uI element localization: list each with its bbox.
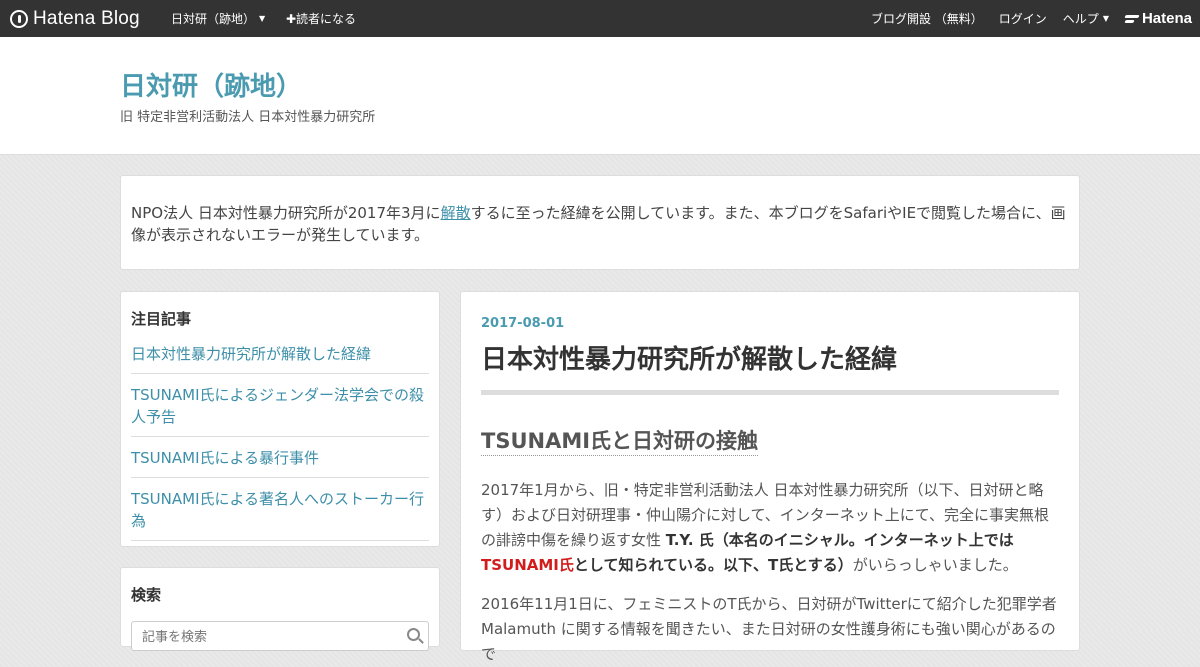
create-blog-link[interactable]: ブログ開設 （無料） [871,10,983,27]
featured-link[interactable]: TSUNAMI氏による暴行事件 [131,449,319,467]
blog-description: 旧 特定非営利活動法人 日本対性暴力研究所 [120,110,376,125]
subscribe-button[interactable]: ✚読者になる [286,10,356,27]
section-heading: TSUNAMI氏と日対研の接触 [481,425,759,456]
list-item: 日本対性暴力研究所が解散した経緯 [131,343,429,374]
paragraph-text: がいらっしゃいました。 [852,556,1018,574]
hatena-logo-link[interactable]: Hatena [1125,10,1192,27]
brand-text: Hatena Blog [33,7,140,29]
featured-title: 注目記事 [131,310,192,328]
notice-box: NPO法人 日本対性暴力研究所が2017年3月に解散するに至った経緯を公開してい… [120,175,1080,270]
featured-articles-module: 注目記事 日本対性暴力研究所が解散した経緯 TSUNAMI氏によるジェンダー法学… [120,291,440,547]
featured-link[interactable]: TSUNAMI氏によるジェンダー法学会での殺人予告 [131,386,424,426]
featured-link[interactable]: 日本対性暴力研究所が解散した経緯 [131,345,371,363]
bold-text: として知られている。以下、T氏とする） [573,556,853,574]
help-label: ヘルプ [1062,12,1099,26]
search-input[interactable] [140,628,404,645]
paragraph: 2017年1月から、旧・特定非営利活動法人 日本対性暴力研究所（以下、日対研と略… [481,478,1059,578]
hatena-blog-icon [10,9,28,28]
search-title: 検索 [131,586,162,604]
hatena-blog-logo[interactable]: Hatena Blog [10,8,140,30]
entry-title[interactable]: 日本対性暴力研究所が解散した経緯 [481,339,1059,395]
highlight-text: TSUNAMI氏 [481,556,574,574]
featured-list: 日本対性暴力研究所が解散した経緯 TSUNAMI氏によるジェンダー法学会での殺人… [131,343,429,541]
blog-menu-label: 日対研（跡地） [171,12,256,26]
top-nav-bar: Hatena Blog 日対研（跡地） ▼ ✚読者になる ブログ開設 （無料） … [0,0,1200,37]
help-dropdown[interactable]: ヘルプ ▼ [1063,10,1109,27]
list-item: TSUNAMI氏による暴行事件 [131,447,429,478]
entry-date[interactable]: 2017-08-01 [481,316,1059,331]
login-link[interactable]: ログイン [999,10,1047,27]
list-item: TSUNAMI氏によるジェンダー法学会での殺人予告 [131,384,429,437]
blog-header: 日対研（跡地） 旧 特定非営利活動法人 日本対性暴力研究所 [0,37,1200,155]
blog-title[interactable]: 日対研（跡地） [120,66,302,103]
notice-text-before: NPO法人 日本対性暴力研究所が2017年3月に [131,204,441,222]
bold-text: T.Y. 氏（本名のイニシャル。インターネット上では [665,531,1014,549]
caret-down-icon: ▼ [259,14,266,23]
caret-down-icon: ▼ [1102,14,1109,23]
search-field [131,621,429,651]
featured-link[interactable]: TSUNAMI氏による著名人へのストーカー行為 [131,490,424,530]
article-entry: 2017-08-01 日本対性暴力研究所が解散した経緯 TSUNAMI氏と日対研… [460,291,1080,663]
blog-menu-dropdown[interactable]: 日対研（跡地） ▼ [171,10,265,27]
dissolution-link[interactable]: 解散 [441,204,471,222]
hatena-mark-icon [1125,14,1139,24]
list-item: TSUNAMI氏による著名人へのストーカー行為 [131,488,429,541]
hatena-logo-text: Hatena [1141,10,1192,27]
search-module: 検索 [120,567,440,651]
